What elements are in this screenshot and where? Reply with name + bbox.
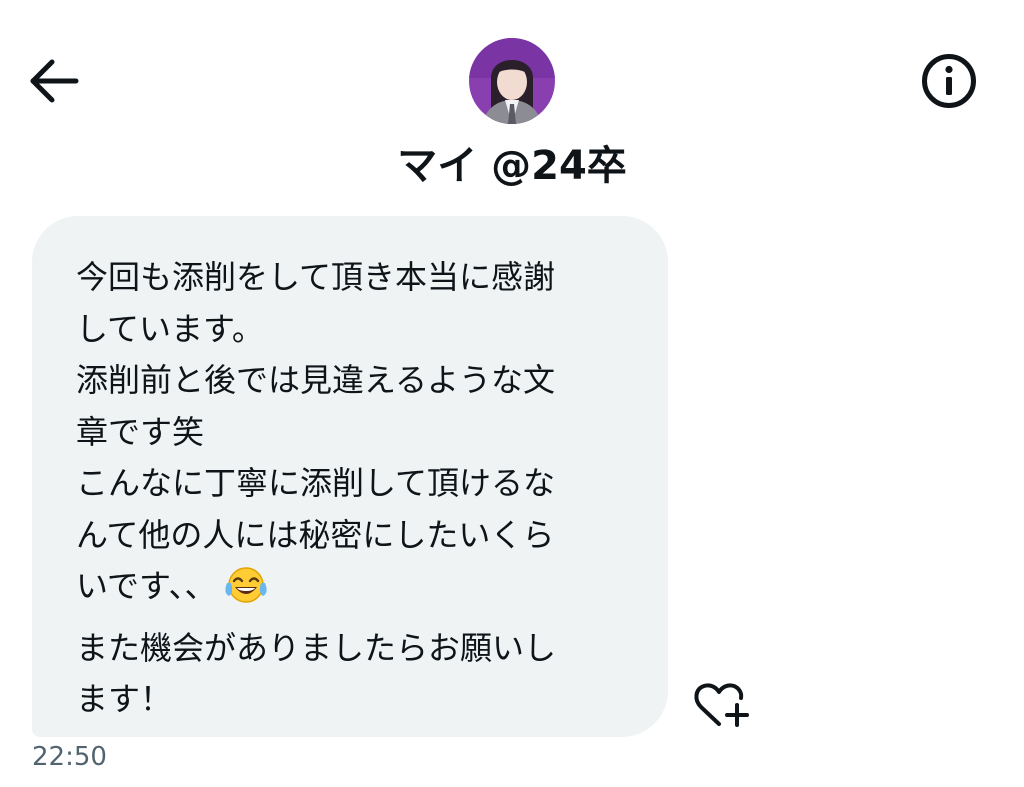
message-text-line: 章です笑: [76, 412, 205, 451]
message-text-line: こんなに丁寧に添削して頂けるな: [76, 464, 556, 502]
message-text-line: ます！: [76, 680, 173, 718]
message-text-line-with-emoji: いです、、: [76, 561, 632, 623]
message-text-line: 今回も添削をして頂き本当に感謝: [76, 258, 556, 296]
message-text-line: 添削前と後では見違えるような文: [76, 361, 556, 399]
dm-conversation-screen: マイ @24卒 今回も添削をして頂き本当に感謝 しています。 添削前と後では見違…: [0, 0, 1024, 787]
arrow-left-icon: [30, 59, 79, 103]
conversation-info-button[interactable]: [920, 52, 978, 110]
message-text-line: しています。: [76, 309, 264, 348]
contact-avatar[interactable]: [469, 38, 555, 124]
heart-plus-icon: [694, 683, 749, 727]
message-text-line: んて他の人には秘密にしたいくら: [76, 515, 555, 554]
back-button[interactable]: [28, 58, 80, 104]
avatar-photo: [469, 38, 555, 124]
contact-name[interactable]: マイ @24卒: [362, 138, 662, 194]
add-reaction-button[interactable]: [692, 680, 752, 730]
message-text-line: また機会がありましたらお願いし: [76, 628, 557, 667]
message-timestamp: 22:50: [32, 742, 107, 772]
info-circle-icon: [922, 54, 976, 108]
received-message-bubble[interactable]: 今回も添削をして頂き本当に感謝 しています。 添削前と後では見違えるような文 章…: [32, 216, 668, 737]
tears-of-joy-emoji: [222, 563, 270, 623]
message-text: いです、、: [76, 567, 217, 605]
